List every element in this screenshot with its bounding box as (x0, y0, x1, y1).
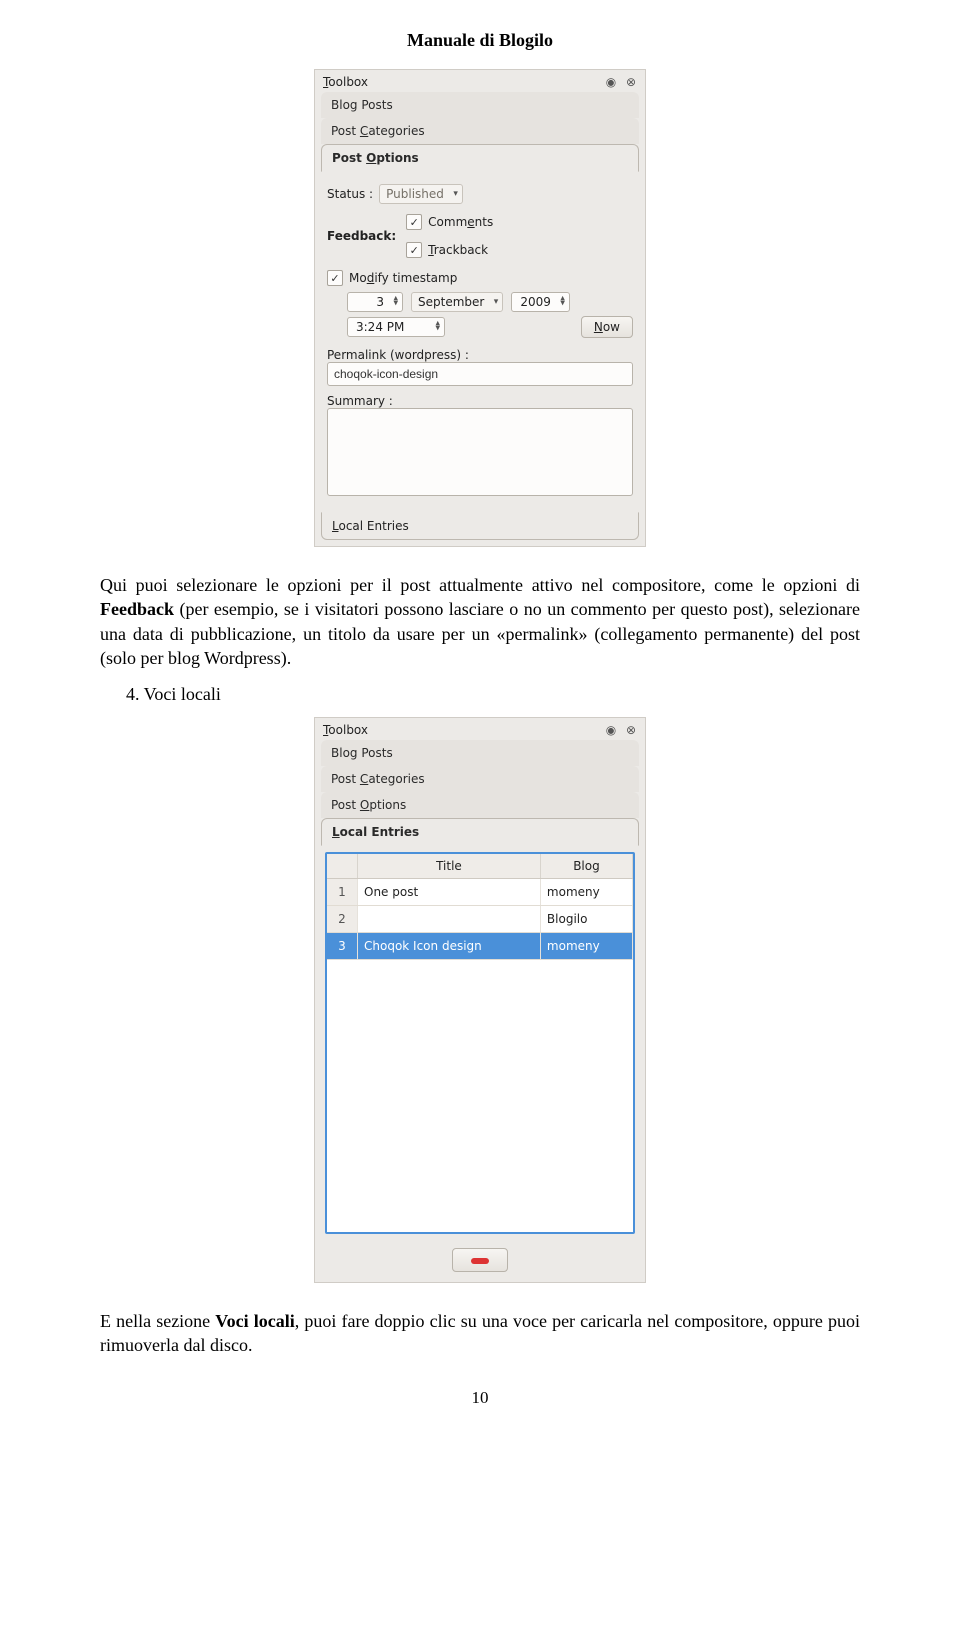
toolbox-title: TToolboxoolbox (323, 75, 605, 89)
table-row[interactable]: 1 One post momeny (327, 879, 633, 906)
tab-post-options[interactable]: Post Options (321, 144, 639, 172)
page-number: 10 (100, 1388, 860, 1408)
day-spinner[interactable]: 3▴▾ (347, 292, 403, 312)
modify-timestamp-checkbox[interactable]: ✓ (327, 270, 343, 286)
paragraph-voci-locali: E nella sezione Voci locali, puoi fare d… (100, 1309, 860, 1358)
spinner-icon: ▴▾ (435, 322, 440, 333)
detach-icon[interactable]: ◉ (605, 76, 617, 88)
tab-post-options[interactable]: Post Options (321, 792, 639, 818)
spinner-icon: ▴▾ (393, 297, 398, 308)
close-icon[interactable]: ⊗ (625, 76, 637, 88)
trackback-label: Trackback (428, 243, 488, 257)
trackback-checkbox[interactable]: ✓ (406, 242, 422, 258)
now-button[interactable]: Now (581, 316, 633, 338)
tab-post-categories[interactable]: Post Categories (321, 118, 639, 144)
modify-timestamp-label: Modify timestamp (349, 271, 457, 285)
screenshot-post-options: TToolboxoolbox ◉ ⊗ Blog Posts Post Categ… (314, 69, 646, 547)
comments-checkbox[interactable]: ✓ (406, 214, 422, 230)
permalink-input[interactable] (327, 362, 633, 386)
tab-local-entries[interactable]: Local Entries (321, 512, 639, 540)
time-spinner[interactable]: 3:24 PM▴▾ (347, 317, 445, 337)
minus-icon (471, 1258, 489, 1264)
tab-blog-posts[interactable]: Blog Posts (321, 740, 639, 766)
detach-icon[interactable]: ◉ (605, 724, 617, 736)
paragraph-post-options: Qui puoi selezionare le opzioni per il p… (100, 573, 860, 670)
chevron-down-icon: ▾ (453, 189, 458, 199)
col-title: Title (358, 854, 541, 879)
table-header-row: Title Blog (327, 854, 633, 879)
tab-post-categories[interactable]: Post Categories (321, 766, 639, 792)
month-dropdown[interactable]: September▾ (411, 292, 503, 312)
tab-blog-posts[interactable]: Blog Posts (321, 92, 639, 118)
status-dropdown[interactable]: Published▾ (379, 184, 463, 204)
chevron-down-icon: ▾ (494, 297, 499, 307)
summary-label: Summary : (327, 394, 633, 408)
tab-local-entries[interactable]: Local Entries (321, 818, 639, 846)
status-label: Status : (327, 187, 373, 201)
summary-textarea[interactable] (327, 408, 633, 496)
toolbox-title: Toolbox (323, 723, 605, 737)
permalink-label: Permalink (wordpress) : (327, 348, 633, 362)
comments-label: Comments (428, 215, 493, 229)
year-spinner[interactable]: 2009▴▾ (511, 292, 570, 312)
local-entries-table[interactable]: Title Blog 1 One post momeny 2 Blogilo (325, 852, 635, 1234)
screenshot-local-entries: Toolbox ◉ ⊗ Blog Posts Post Categories P… (314, 717, 646, 1283)
doc-title: Manuale di Blogilo (100, 30, 860, 51)
list-item-voci-locali: 4. Voci locali (126, 684, 860, 705)
close-icon[interactable]: ⊗ (625, 724, 637, 736)
spinner-icon: ▴▾ (560, 297, 565, 308)
table-row-selected[interactable]: 3 Choqok Icon design momeny (327, 933, 633, 960)
feedback-label: Feedback: (327, 229, 396, 243)
delete-button[interactable] (452, 1248, 508, 1272)
table-row[interactable]: 2 Blogilo (327, 906, 633, 933)
col-blog: Blog (540, 854, 632, 879)
